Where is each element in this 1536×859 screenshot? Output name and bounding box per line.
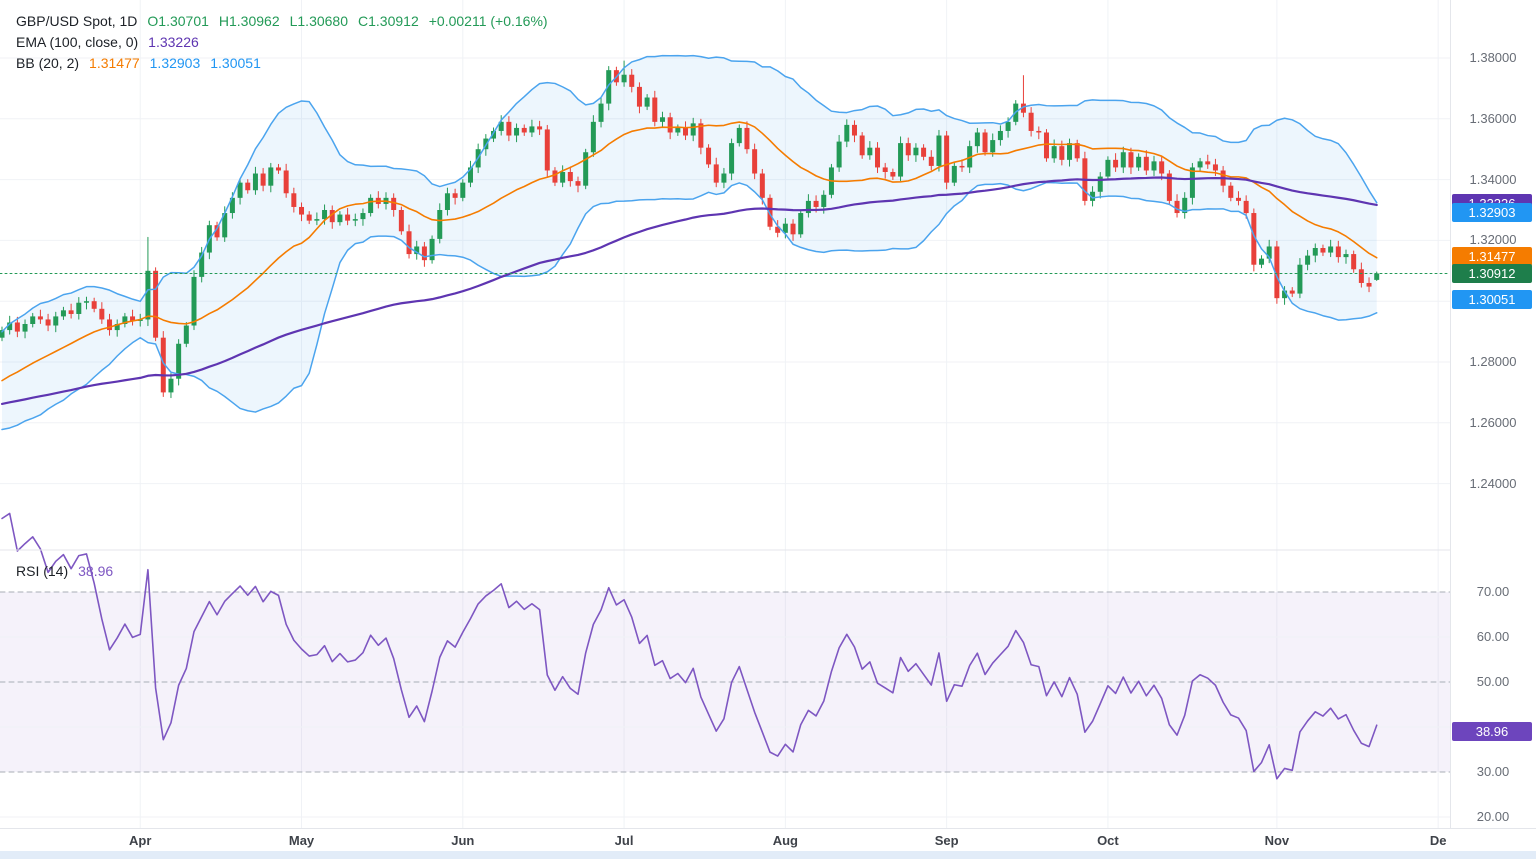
rsi-tick: 30.00: [1450, 764, 1536, 780]
rsi-tick: 60.00: [1450, 629, 1536, 645]
month-label: Apr: [120, 833, 160, 848]
bb-legend-upper: 1.32903: [150, 55, 201, 71]
ohlc-low: L1.30680: [290, 13, 348, 29]
ohlc-close: C1.30912: [358, 13, 419, 29]
bb-legend-row: BB (20, 2) 1.31477 1.32903 1.30051: [16, 52, 548, 73]
symbol-legend: GBP/USD Spot, 1D O1.30701 H1.30962 L1.30…: [16, 10, 548, 73]
month-label: Jul: [604, 833, 644, 848]
price-tag: 1.31477: [1452, 247, 1532, 266]
rsi-legend-value: 38.96: [78, 563, 113, 579]
price-tag: 1.32903: [1452, 203, 1532, 222]
ema-legend-value: 1.33226: [148, 34, 199, 50]
rsi-legend-label: RSI (14): [16, 563, 68, 579]
rsi-tick: 20.00: [1450, 809, 1536, 825]
symbol-legend-row: GBP/USD Spot, 1D O1.30701 H1.30962 L1.30…: [16, 10, 548, 31]
ema-legend-label: EMA (100, close, 0): [16, 34, 138, 50]
chart-canvas[interactable]: [0, 0, 1536, 859]
month-label: May: [282, 833, 322, 848]
price-tick: 1.34000: [1450, 172, 1536, 188]
price-scale[interactable]: 1.38000 1.36000 1.34000 1.32000 1.28000 1.260…: [1450, 0, 1536, 552]
bb-legend-label: BB (20, 2): [16, 55, 79, 71]
month-label: Aug: [765, 833, 805, 848]
symbol-title: GBP/USD Spot, 1D: [16, 13, 137, 29]
price-tick: 1.38000: [1450, 50, 1536, 66]
rsi-scale[interactable]: 70.00 60.00 50.00 30.00 20.00 38.96: [1450, 552, 1536, 828]
time-scale[interactable]: Apr May Jun Jul Aug Sep Oct Nov De: [0, 828, 1536, 851]
month-label: Nov: [1257, 833, 1297, 848]
rsi-tick: 70.00: [1450, 584, 1536, 600]
month-label: Jun: [443, 833, 483, 848]
rsi-tag: 38.96: [1452, 722, 1532, 741]
rsi-legend-row: RSI (14) 38.96: [16, 560, 113, 581]
price-tag: 1.30912: [1452, 264, 1532, 283]
rsi-tick: 50.00: [1450, 674, 1536, 690]
price-tick: 1.36000: [1450, 111, 1536, 127]
month-label: De: [1418, 833, 1458, 848]
ohlc-open: O1.30701: [147, 13, 209, 29]
price-tick: 1.24000: [1450, 476, 1536, 492]
ohlc-change: +0.00211 (+0.16%): [429, 13, 548, 29]
price-tick: 1.32000: [1450, 232, 1536, 248]
ema-legend-row: EMA (100, close, 0) 1.33226: [16, 31, 548, 52]
bb-legend-lower: 1.30051: [210, 55, 261, 71]
rsi-legend: RSI (14) 38.96: [16, 560, 113, 581]
bb-legend-basis: 1.31477: [89, 55, 140, 71]
month-label: Sep: [927, 833, 967, 848]
price-tag: 1.30051: [1452, 290, 1532, 309]
trading-chart: GBP/USD Spot, 1D O1.30701 H1.30962 L1.30…: [0, 0, 1536, 859]
price-tick: 1.26000: [1450, 415, 1536, 431]
month-label: Oct: [1088, 833, 1128, 848]
price-tick: 1.28000: [1450, 354, 1536, 370]
ohlc-high: H1.30962: [219, 13, 280, 29]
